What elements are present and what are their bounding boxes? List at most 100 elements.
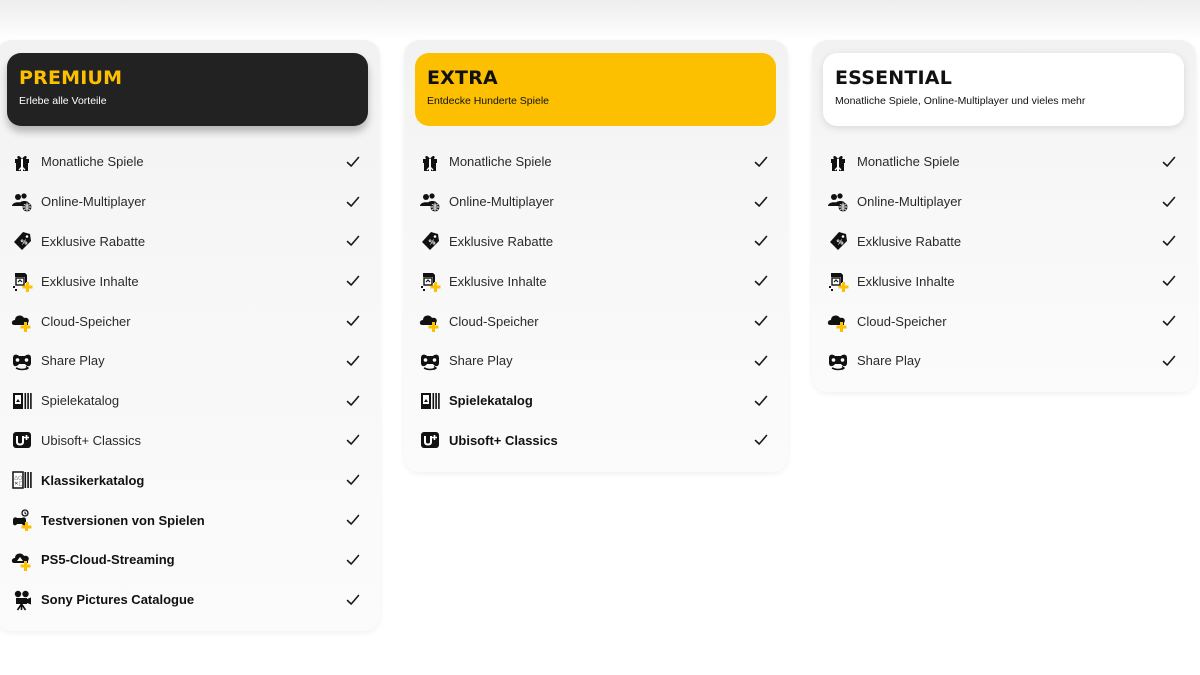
checkmark-icon (346, 234, 360, 248)
feature-label: Ubisoft+ Classics (449, 432, 558, 448)
gift-icon (419, 151, 441, 173)
feature-row: Monatliche Spiele (820, 142, 1188, 182)
feature-row: % Exklusive Rabatte (4, 222, 372, 262)
ubisoft-plus-icon (11, 429, 33, 451)
checkmark-icon (754, 394, 768, 408)
feature-row: PS5-Cloud-Streaming (4, 540, 372, 580)
feature-row: Cloud-Speicher (820, 301, 1188, 341)
feature-row: Share Play (412, 341, 780, 381)
checkmark-icon (346, 553, 360, 567)
feature-label: Exklusive Rabatte (449, 233, 554, 249)
film-camera-icon (11, 589, 33, 611)
feature-row: Ubisoft+ Classics (412, 421, 780, 461)
checkmark-icon (754, 234, 768, 248)
checkmark-icon (346, 473, 360, 487)
tier-card-premium: PREMIUM Erlebe alle Vorteile Monatliche … (0, 40, 380, 631)
feature-label: Share Play (857, 353, 921, 369)
feature-row: Monatliche Spiele (4, 142, 372, 182)
cloud-streaming-icon (11, 549, 33, 571)
checkmark-icon (754, 354, 768, 368)
feature-row: Exklusive Inhalte (820, 261, 1188, 301)
feature-row: Online-Multiplayer (4, 182, 372, 222)
checkmark-icon (1162, 155, 1176, 169)
tier-name: EXTRA (427, 67, 498, 89)
cloud-storage-icon (11, 310, 33, 333)
feature-label: Sony Pictures Catalogue (41, 592, 195, 608)
feature-label: Cloud-Speicher (449, 313, 539, 329)
discount-tag-icon: % (827, 230, 849, 252)
checkmark-icon (346, 394, 360, 408)
feature-row: Cloud-Speicher (4, 301, 372, 341)
checkmark-icon (754, 195, 768, 209)
tier-subtitle: Erlebe alle Vorteile (19, 95, 107, 107)
checkmark-icon (346, 195, 360, 209)
tier-name: ESSENTIAL (835, 67, 953, 89)
feature-row: Share Play (820, 341, 1188, 381)
feature-row: △○ ✕□ Klassikerkatalog (4, 460, 372, 500)
feature-label: Monatliche Spiele (449, 154, 552, 170)
checkmark-icon (346, 314, 360, 328)
multiplayer-icon (11, 191, 33, 213)
feature-label: Exklusive Rabatte (41, 233, 146, 249)
game-catalog-icon (419, 390, 441, 412)
feature-label: Exklusive Inhalte (449, 273, 547, 289)
ubisoft-plus-icon (419, 429, 441, 451)
tier-card-essential: ESSENTIAL Monatliche Spiele, Online-Mult… (812, 40, 1196, 392)
discount-tag-icon: % (419, 230, 441, 252)
tier-subtitle: Entdecke Hunderte Spiele (427, 95, 549, 107)
feature-list: Monatliche Spiele Online-Multiplayer % Ex… (820, 142, 1188, 381)
gift-icon (11, 151, 33, 173)
tier-header-premium[interactable]: PREMIUM Erlebe alle Vorteile (7, 53, 368, 126)
checkmark-icon (1162, 234, 1176, 248)
checkmark-icon (346, 593, 360, 607)
feature-row: Testversionen von Spielen (4, 500, 372, 540)
feature-row: Exklusive Inhalte (4, 261, 372, 301)
feature-label: Klassikerkatalog (41, 472, 145, 488)
svg-text:%: % (837, 239, 844, 247)
feature-row: Monatliche Spiele (412, 142, 780, 182)
feature-label: Exklusive Rabatte (857, 233, 962, 249)
feature-list: Monatliche Spiele Online-Multiplayer % Ex… (4, 142, 372, 620)
checkmark-icon (754, 433, 768, 447)
classics-catalog-icon: △○ ✕□ (11, 469, 33, 491)
feature-row: Ubisoft+ Classics (4, 421, 372, 461)
tier-header-essential[interactable]: ESSENTIAL Monatliche Spiele, Online-Mult… (823, 53, 1184, 126)
feature-label: Testversionen von Spielen (41, 512, 205, 528)
tier-name: PREMIUM (19, 67, 123, 89)
cloud-storage-icon (419, 310, 441, 333)
share-play-icon (827, 350, 849, 372)
checkmark-icon (346, 274, 360, 288)
checkmark-icon (1162, 274, 1176, 288)
feature-label: Spielekatalog (449, 393, 533, 409)
feature-row: Share Play (4, 341, 372, 381)
feature-list: Monatliche Spiele Online-Multiplayer % Ex… (412, 142, 780, 460)
feature-row: Spielekatalog (4, 381, 372, 421)
feature-row: % Exklusive Rabatte (412, 222, 780, 262)
feature-label: Online-Multiplayer (41, 194, 146, 210)
feature-label: Cloud-Speicher (857, 313, 947, 329)
feature-label: Share Play (449, 353, 513, 369)
feature-label: Exklusive Inhalte (857, 273, 955, 289)
feature-row: Sony Pictures Catalogue (4, 580, 372, 620)
feature-label: Spielekatalog (41, 393, 120, 409)
feature-label: Cloud-Speicher (41, 313, 131, 329)
checkmark-icon (1162, 354, 1176, 368)
exclusive-content-icon (11, 270, 33, 293)
share-play-icon (11, 350, 33, 372)
tier-header-extra[interactable]: EXTRA Entdecke Hunderte Spiele (415, 53, 776, 126)
checkmark-icon (1162, 314, 1176, 328)
feature-label: Monatliche Spiele (857, 154, 960, 170)
svg-text:%: % (429, 239, 436, 247)
feature-row: % Exklusive Rabatte (820, 222, 1188, 262)
multiplayer-icon (419, 191, 441, 213)
checkmark-icon (754, 314, 768, 328)
feature-label: Exklusive Inhalte (41, 273, 139, 289)
feature-row: Cloud-Speicher (412, 301, 780, 341)
game-catalog-icon (11, 390, 33, 412)
multiplayer-icon (827, 191, 849, 213)
feature-row: Online-Multiplayer (820, 182, 1188, 222)
checkmark-icon (346, 354, 360, 368)
exclusive-content-icon (419, 270, 441, 293)
checkmark-icon (1162, 195, 1176, 209)
feature-row: Spielekatalog (412, 381, 780, 421)
